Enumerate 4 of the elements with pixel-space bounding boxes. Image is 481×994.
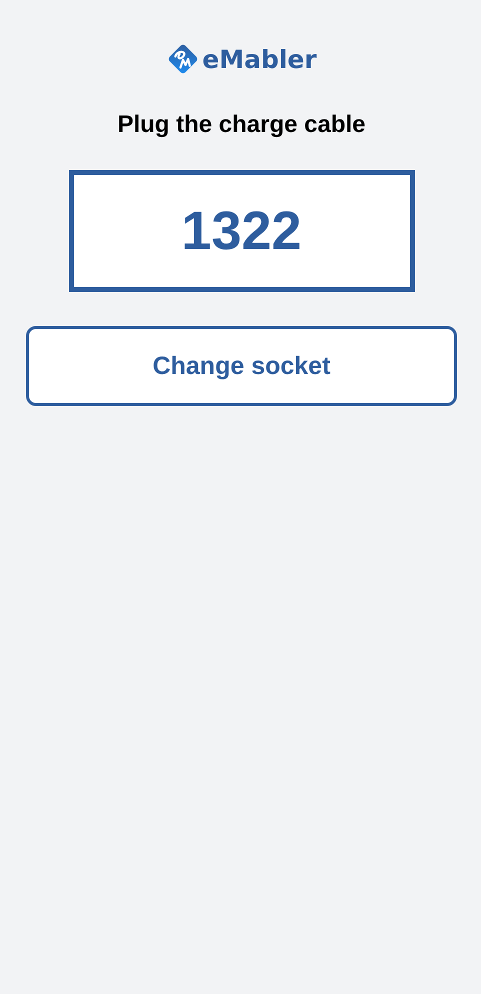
brand-name: eMabler — [202, 44, 317, 74]
socket-code: 1322 — [68, 170, 414, 292]
instruction-title: Plug the charge cable — [117, 111, 366, 139]
change-socket-button[interactable]: Change socket — [26, 326, 457, 406]
